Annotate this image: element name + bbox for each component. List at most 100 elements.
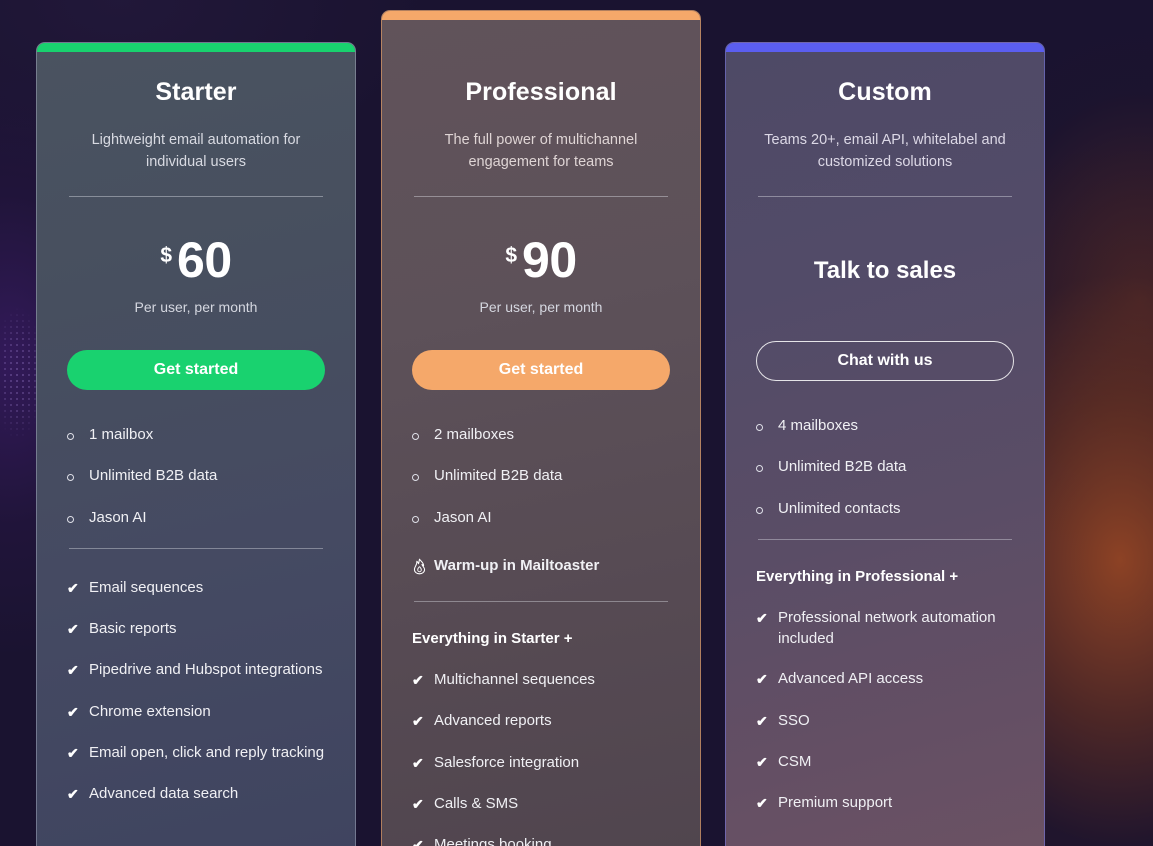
feature-label: Meetings booking <box>434 836 552 846</box>
list-item: ✔ Premium support <box>756 792 1014 814</box>
list-item: ✔ Email sequences <box>67 577 325 599</box>
check-icon: ✔ <box>412 672 424 689</box>
card-accent-bar-custom <box>726 43 1044 52</box>
feature-label: Email open, click and reply tracking <box>89 744 325 762</box>
check-icon: ✔ <box>67 786 79 803</box>
feature-label: Jason AI <box>434 508 492 526</box>
get-started-button-starter[interactable]: Get started <box>67 349 325 390</box>
section-title-custom: Everything in Professional + <box>756 567 959 585</box>
quota-feature-list-custom: 4 mailboxes Unlimited B2B data Unlimited… <box>756 415 1014 520</box>
feature-label: Warm-up in Mailtoaster <box>434 556 600 574</box>
quota-feature-list-professional: 2 mailboxes Unlimited B2B data Jason AI <box>412 424 670 581</box>
feature-label: Calls & SMS <box>434 795 519 813</box>
section-title-professional: Everything in Starter + <box>412 630 573 648</box>
list-item: ✔ Calls & SMS <box>412 793 670 815</box>
list-item: 1 mailbox <box>67 424 325 446</box>
price-amount-professional: 90 <box>522 231 577 288</box>
feature-label: Multichannel sequences <box>434 671 595 689</box>
check-icon: ✔ <box>412 754 424 771</box>
list-item: Unlimited B2B data <box>756 456 1014 478</box>
list-item: ✔ Pipedrive and Hubspot integrations <box>67 659 325 681</box>
plan-name-professional: Professional <box>465 78 617 106</box>
circle-bullet-icon <box>412 424 434 446</box>
chat-with-us-button-custom[interactable]: Chat with us <box>756 340 1014 381</box>
circle-bullet-icon <box>67 465 89 487</box>
included-feature-list-professional: ✔ Multichannel sequences ✔ Advanced repo… <box>412 669 670 846</box>
feature-label: Premium support <box>778 794 893 812</box>
feature-label: Basic reports <box>89 620 177 638</box>
list-item: 4 mailboxes <box>756 415 1014 437</box>
check-icon: ✔ <box>412 796 424 813</box>
plan-name-starter: Starter <box>155 78 237 106</box>
price-block-starter: $ 60 Per user, per month <box>67 197 325 315</box>
included-feature-list-custom: ✔ Professional network automation includ… <box>756 607 1014 815</box>
feature-label: 1 mailbox <box>89 425 154 443</box>
feature-label: CSM <box>778 753 812 771</box>
circle-bullet-icon <box>67 507 89 529</box>
feature-label: Unlimited B2B data <box>89 467 218 485</box>
check-icon: ✔ <box>412 713 424 730</box>
list-item: Jason AI <box>412 507 670 529</box>
list-item: ✔ Advanced reports <box>412 710 670 732</box>
list-item: ✔ Professional network automation includ… <box>756 607 1014 650</box>
feature-section-divider-professional <box>414 601 668 603</box>
check-icon: ✔ <box>756 671 768 688</box>
price-row-starter: $ 60 <box>67 235 325 285</box>
circle-bullet-icon <box>412 465 434 487</box>
feature-label: Unlimited B2B data <box>434 467 563 485</box>
price-note-starter: Per user, per month <box>134 298 258 315</box>
circle-bullet-icon <box>412 507 434 529</box>
list-item: ✔ Basic reports <box>67 618 325 640</box>
list-item: ✔ Chrome extension <box>67 701 325 723</box>
feature-section-divider-custom <box>758 538 1012 540</box>
feature-label: Jason AI <box>89 508 147 526</box>
get-started-button-professional[interactable]: Get started <box>412 349 670 390</box>
list-item: ✔ Meetings booking <box>412 834 670 846</box>
price-block-professional: $ 90 Per user, per month <box>412 197 670 315</box>
check-icon: ✔ <box>756 609 768 626</box>
list-item: ✔ Email open, click and reply tracking <box>67 742 325 764</box>
quota-feature-list-starter: 1 mailbox Unlimited B2B data Jason AI <box>67 424 325 529</box>
list-item: Warm-up in Mailtoaster <box>412 555 670 581</box>
pricing-card-starter: Starter Lightweight email automation for… <box>36 42 356 846</box>
pricing-card-custom: Custom Teams 20+, email API, whitelabel … <box>725 42 1045 846</box>
check-icon: ✔ <box>67 703 79 720</box>
list-item: Unlimited B2B data <box>67 465 325 487</box>
pricing-card-professional: Professional The full power of multichan… <box>381 10 701 846</box>
feature-label: Salesforce integration <box>434 753 580 771</box>
feature-label: Pipedrive and Hubspot integrations <box>89 661 323 679</box>
currency-symbol-starter: $ <box>160 243 173 267</box>
plan-description-starter: Lightweight email automation for individ… <box>91 132 301 171</box>
price-amount-starter: 60 <box>177 231 232 288</box>
pricing-card-deck: Starter Lightweight email automation for… <box>0 0 1153 846</box>
price-row-professional: $ 90 <box>412 235 670 285</box>
feature-label: Chrome extension <box>89 702 211 720</box>
flame-icon <box>412 555 434 581</box>
feature-label: Advanced API access <box>778 670 924 688</box>
list-item: Unlimited B2B data <box>412 465 670 487</box>
plan-description-professional: The full power of multichannel engagemen… <box>444 132 638 171</box>
list-item: ✔ SSO <box>756 710 1014 732</box>
plan-description-custom: Teams 20+, email API, whitelabel and cus… <box>764 132 1006 171</box>
list-item: ✔ Multichannel sequences <box>412 669 670 691</box>
list-item: ✔ Salesforce integration <box>412 752 670 774</box>
list-item: ✔ CSM <box>756 751 1014 773</box>
check-icon: ✔ <box>756 712 768 729</box>
feature-label: Advanced data search <box>89 785 239 803</box>
currency-symbol-professional: $ <box>505 243 518 267</box>
feature-label: Unlimited contacts <box>778 499 901 517</box>
check-icon: ✔ <box>67 579 79 596</box>
price-headline-custom: Talk to sales <box>813 256 957 284</box>
plan-name-custom: Custom <box>838 78 932 106</box>
feature-label: SSO <box>778 711 810 729</box>
check-icon: ✔ <box>756 795 768 812</box>
feature-label: 2 mailboxes <box>434 425 515 443</box>
circle-bullet-icon <box>756 498 778 520</box>
feature-label: Unlimited B2B data <box>778 458 907 476</box>
circle-bullet-icon <box>67 424 89 446</box>
card-accent-bar-starter <box>37 43 355 52</box>
feature-label: 4 mailboxes <box>778 416 859 434</box>
check-icon: ✔ <box>67 621 79 638</box>
included-feature-list-starter: ✔ Email sequences ✔ Basic reports ✔ Pipe… <box>67 577 325 806</box>
check-icon: ✔ <box>412 837 424 846</box>
